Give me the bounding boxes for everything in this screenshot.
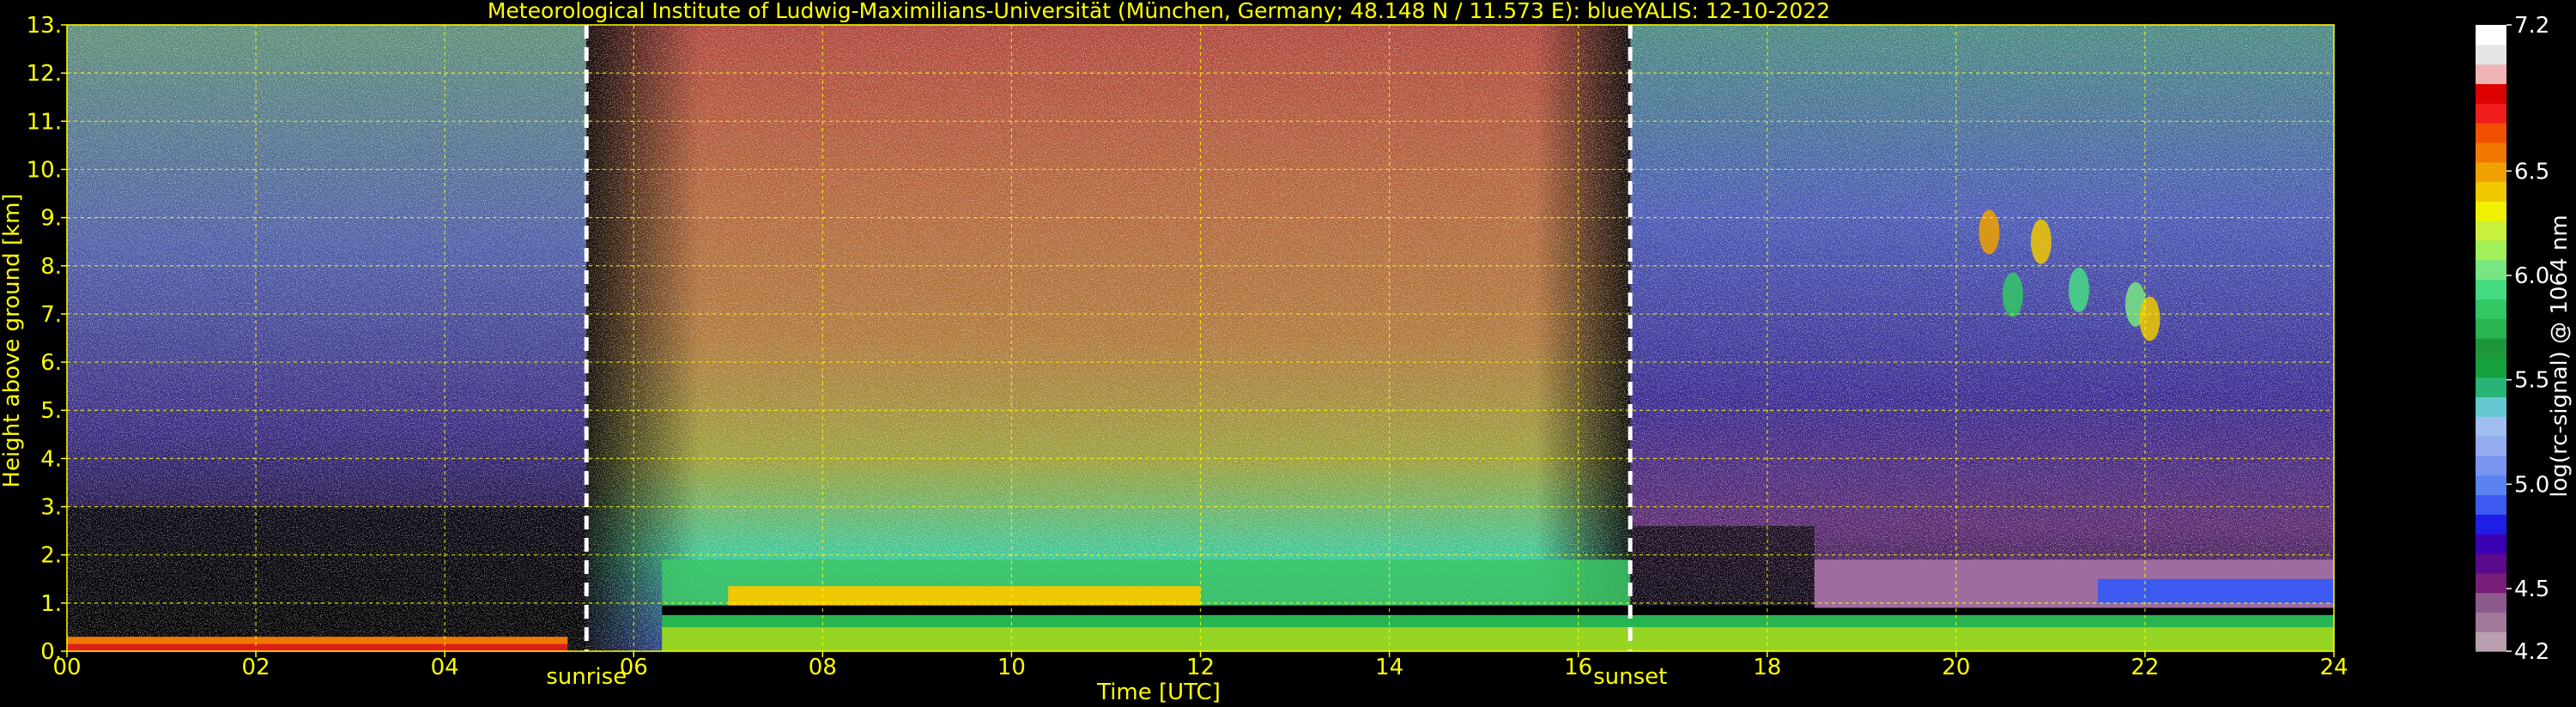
colorbar-segment xyxy=(2476,279,2506,299)
colorbar-tick-label: 5.5 xyxy=(2514,368,2549,394)
y-tick-label: 10. xyxy=(27,157,62,183)
colorbar-tick-label: 4.2 xyxy=(2514,639,2549,665)
colorbar-segment xyxy=(2476,221,2506,241)
residual-layer-core xyxy=(67,644,568,651)
x-tick-label: 12 xyxy=(1186,655,1215,680)
colorbar-segment xyxy=(2476,514,2506,535)
cirrus-cloud-patch xyxy=(2139,296,2161,341)
colorbar-segment xyxy=(2476,416,2506,437)
y-tick-label: 3. xyxy=(40,495,62,521)
chart-title: Meteorological Institute of Ludwig-Maxim… xyxy=(488,0,1830,23)
x-tick-label: 22 xyxy=(2131,655,2159,680)
y-tick-label: 13. xyxy=(27,13,62,39)
y-tick-label: 11. xyxy=(27,109,62,135)
boundary-layer-yellow xyxy=(728,586,1201,608)
y-tick-label: 0. xyxy=(40,639,62,665)
colorbar-tick-label: 6.5 xyxy=(2514,159,2549,184)
sunrise-label: sunrise xyxy=(546,664,627,690)
cirrus-cloud-patch xyxy=(2030,219,2052,264)
colorbar-segment xyxy=(2476,474,2506,496)
cirrus-cloud-patch xyxy=(1979,209,2000,255)
cirrus-cloud-patch xyxy=(2002,272,2023,317)
x-tick-label: 06 xyxy=(620,655,648,680)
colorbar-tick-label: 4.5 xyxy=(2514,577,2549,602)
y-tick-label: 2. xyxy=(40,543,62,569)
colorbar-segment xyxy=(2476,436,2506,456)
colorbar-segment xyxy=(2476,572,2506,594)
colorbar-segment xyxy=(2476,455,2506,476)
y-tick-label: 5. xyxy=(40,398,62,424)
sunset-label: sunset xyxy=(1593,664,1667,690)
y-axis-label: Height above ground [km] xyxy=(0,193,25,487)
x-tick-label: 02 xyxy=(242,655,270,680)
heatmap-image xyxy=(67,25,2335,651)
colorbar-segment xyxy=(2476,181,2506,202)
colorbar-tick-label: 5.0 xyxy=(2514,472,2549,498)
colorbar-segment xyxy=(2476,357,2506,378)
y-tick-label: 12. xyxy=(27,61,62,87)
colorbar-segment xyxy=(2476,396,2506,417)
colorbar-segment xyxy=(2476,299,2506,319)
colorbar: 4.2 4.5 5.0 5.5 6.0 6.5 7.2 xyxy=(2476,13,2549,665)
colorbar-segment xyxy=(2476,494,2506,515)
x-tick-label: 08 xyxy=(809,655,837,680)
colorbar-segment xyxy=(2476,592,2506,613)
x-tick-label: 04 xyxy=(431,655,459,680)
y-tick-label: 1. xyxy=(40,591,62,617)
x-tick-label: 24 xyxy=(2319,655,2348,680)
colorbar-label: log(rc-signal) @ 1064 nm xyxy=(2547,215,2573,497)
colorbar-segment xyxy=(2476,103,2506,124)
x-tick-label: 20 xyxy=(1942,655,1970,680)
x-tick-label: 16 xyxy=(1564,655,1592,680)
y-tick-label: 4. xyxy=(40,446,62,472)
colorbar-tick-label: 7.2 xyxy=(2514,13,2549,39)
colorbar-segment xyxy=(2476,239,2506,261)
colorbar-segment xyxy=(2476,612,2506,632)
x-tick-label: 18 xyxy=(1753,655,1781,680)
colorbar-segment xyxy=(2476,318,2506,339)
x-axis-label: Time [UTC] xyxy=(1096,680,1221,705)
boundary-layer-near-ground xyxy=(662,626,2335,651)
colorbar-segment xyxy=(2476,142,2506,163)
colorbar-segment xyxy=(2476,161,2506,183)
colorbar-segment xyxy=(2476,338,2506,359)
colorbar-segment xyxy=(2476,83,2506,104)
colorbar-segment xyxy=(2476,259,2506,281)
colorbar-segment xyxy=(2476,25,2506,45)
x-tick-label: 14 xyxy=(1375,655,1403,680)
colorbar-segment xyxy=(2476,553,2506,574)
colorbar-segment xyxy=(2476,534,2506,554)
y-tick-label: 9. xyxy=(40,206,62,232)
colorbar-segment xyxy=(2476,377,2506,398)
colorbar-segment xyxy=(2476,123,2506,143)
signal-noise xyxy=(67,25,2334,651)
colorbar-segment xyxy=(2476,631,2506,652)
lidar-chart: sunrise sunset 00 02 04 06 08 10 12 14 16 18 20 22 24… xyxy=(0,0,2573,705)
y-tick-label: 8. xyxy=(40,254,62,280)
pink-layer-blue-core xyxy=(2097,578,2334,603)
colorbar-segment xyxy=(2476,201,2506,221)
x-tick-label: 10 xyxy=(997,655,1026,680)
colorbar-segment xyxy=(2476,44,2506,65)
colorbar-tick-label: 6.0 xyxy=(2514,263,2549,289)
y-tick-label: 6. xyxy=(40,350,62,376)
y-tick-label: 7. xyxy=(40,302,62,328)
colorbar-segment xyxy=(2476,63,2506,85)
cirrus-cloud-patch xyxy=(2068,267,2089,312)
